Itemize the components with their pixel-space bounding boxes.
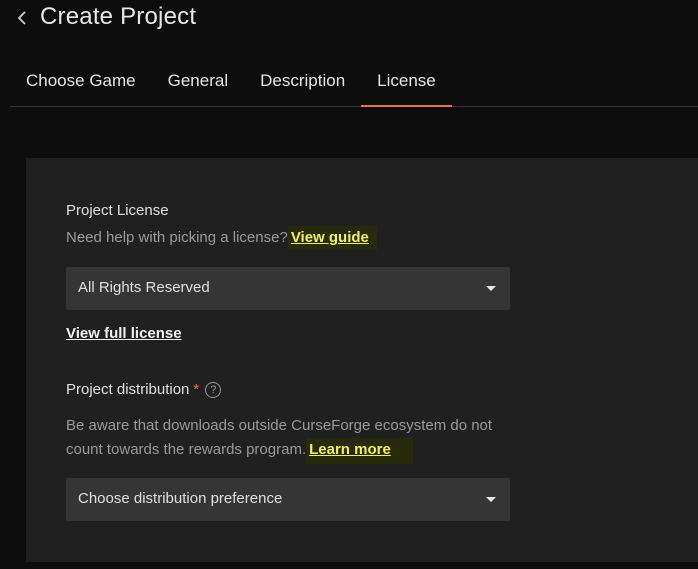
tab-general[interactable]: General: [152, 56, 244, 106]
view-full-license-link[interactable]: View full license: [66, 325, 182, 342]
tab-license[interactable]: License: [361, 56, 452, 107]
caret-down-icon: [486, 286, 496, 291]
license-panel: Project License Need help with picking a…: [26, 158, 698, 562]
project-license-label: Project License: [66, 202, 169, 219]
license-select-value: All Rights Reserved: [78, 279, 210, 296]
tab-description[interactable]: Description: [244, 56, 361, 106]
caret-down-icon: [486, 497, 496, 502]
license-select[interactable]: All Rights Reserved: [66, 267, 510, 310]
distribution-help-line2-text: count towards the rewards program.: [66, 441, 307, 458]
distribution-select[interactable]: Choose distribution preference: [66, 478, 510, 521]
required-mark: *: [193, 381, 200, 398]
chevron-left-icon: [17, 11, 26, 25]
learn-more-link[interactable]: Learn more: [306, 438, 413, 464]
view-guide-link[interactable]: View guide: [287, 226, 377, 250]
tab-bar: Choose Game General Description License: [10, 56, 698, 107]
question-icon[interactable]: ?: [205, 382, 222, 398]
license-help-text: Need help with picking a license? View gu…: [66, 226, 377, 250]
distribution-help-line1: Be aware that downloads outside CurseFor…: [66, 417, 493, 434]
tab-choose-game[interactable]: Choose Game: [10, 56, 152, 106]
distribution-help-text: Be aware that downloads outside CurseFor…: [66, 414, 516, 464]
header: Create Project: [0, 0, 698, 40]
page-title: Create Project: [40, 3, 197, 30]
distribution-select-value: Choose distribution preference: [78, 490, 283, 507]
back-button[interactable]: [12, 6, 32, 30]
distribution-label-text: Project distribution: [66, 381, 190, 398]
license-help-message: Need help with picking a license?: [66, 229, 288, 246]
project-distribution-label: Project distribution *?: [66, 381, 222, 398]
distribution-help-line2: count towards the rewards program. Learn …: [66, 438, 516, 464]
